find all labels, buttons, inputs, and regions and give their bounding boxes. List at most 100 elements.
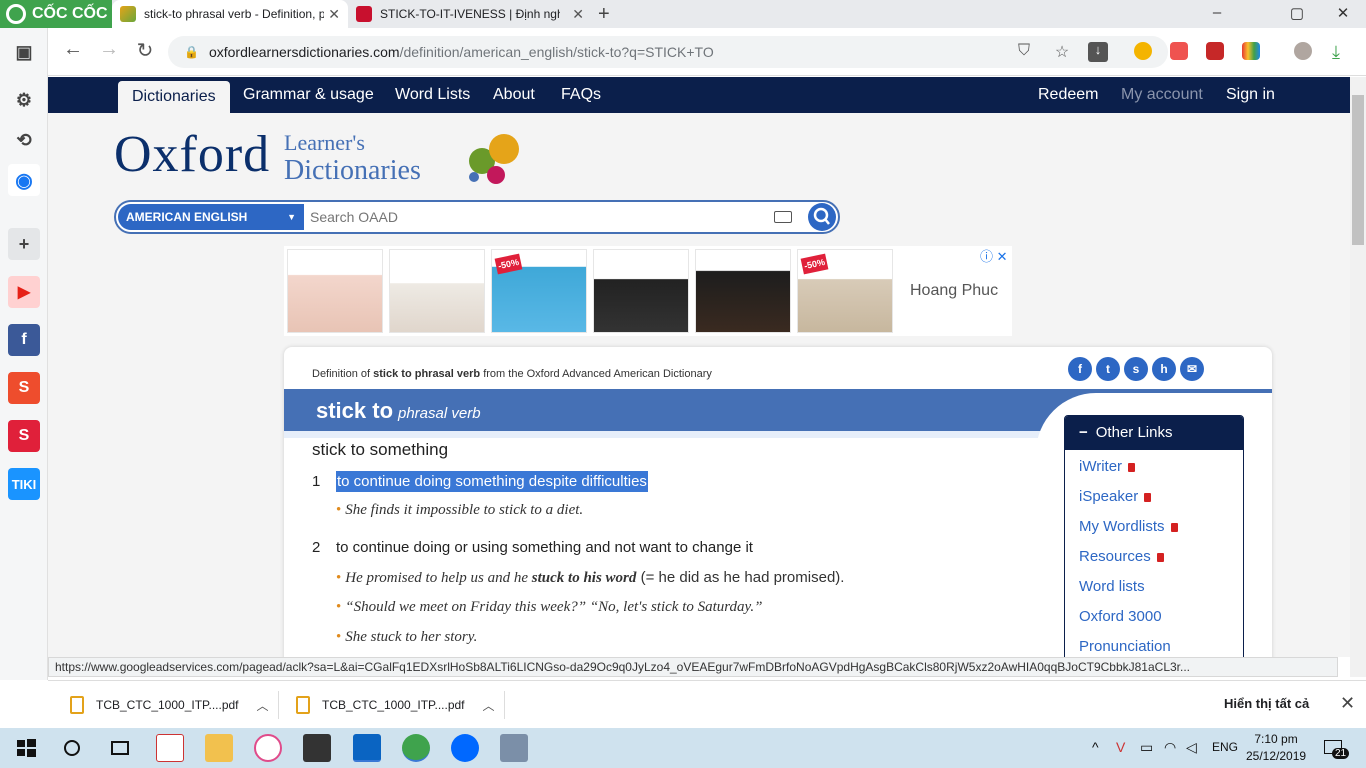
email-share-icon[interactable]: ✉ [1180,357,1204,381]
tab-close-icon[interactable]: ✕ [572,6,584,23]
stumbleupon-share-icon[interactable]: s [1124,357,1148,381]
search-icon[interactable] [58,734,86,762]
tray-vietkey-icon[interactable]: V [1116,739,1125,755]
add-sidebar-app-icon[interactable]: + [8,228,40,260]
tab-oxford[interactable]: stick-to phrasal verb - Definition, p ✕ [112,0,348,28]
download-item[interactable]: TCB_CTC_1000_ITP....pdf ︿ [70,691,269,719]
battery-icon[interactable]: ▭ [1140,739,1153,756]
page-scrollbar[interactable] [1350,77,1366,677]
advertisement-banner[interactable]: -50% -50% Hoang Phuc ⓘ ✕ [284,246,1012,336]
link-pronunciation[interactable]: Pronunciation [1079,638,1171,655]
ad-info-close-icon[interactable]: ⓘ ✕ [980,246,1008,265]
link-ispeaker[interactable]: iSpeaker [1079,488,1152,505]
task-view-icon[interactable] [106,734,134,762]
wifi-icon[interactable]: ◠ [1164,739,1176,756]
extension-adblock-icon[interactable] [1170,42,1188,60]
downloads-icon[interactable]: ⤓ [1332,42,1350,62]
coccoc-taskbar-icon[interactable] [402,734,430,762]
outlook-icon[interactable] [353,734,381,762]
show-all-downloads-link[interactable]: Hiển thị tất cả [1224,696,1309,711]
chevron-up-icon[interactable]: ︿ [483,697,495,714]
nav-faqs[interactable]: FAQs [561,77,601,113]
link-oxford-3000[interactable]: Oxford 3000 [1079,608,1162,625]
windows-start-icon[interactable] [12,734,40,762]
oxford-logo[interactable]: Oxford Learner's Dictionaries [114,125,421,185]
hi5-share-icon[interactable]: h [1152,357,1176,381]
ad-product-printed-sneaker[interactable]: -50% [797,249,893,333]
link-word-lists[interactable]: Word lists [1079,578,1145,595]
app-icon[interactable] [500,734,528,762]
extension-red-icon[interactable] [1206,42,1224,60]
nav-about[interactable]: About [493,77,535,113]
forward-arrow-icon[interactable]: → [94,38,124,61]
zalo-icon[interactable] [451,734,479,762]
bookmark-star-icon[interactable]: ☆ [1052,42,1072,62]
download-page-icon[interactable]: ↓ [1088,42,1108,62]
logo-line2: Dictionaries [284,155,421,186]
twitter-share-icon[interactable]: t [1096,357,1120,381]
sendo-icon[interactable]: S [8,420,40,452]
example-sentence: • She stuck to her story. [336,629,478,645]
settings-gear-icon[interactable]: ⚙ [8,84,40,116]
paint-app-icon[interactable] [254,734,282,762]
facebook-share-icon[interactable]: f [1068,357,1092,381]
headword: stick to [316,398,394,423]
reload-icon[interactable]: ↻ [130,38,160,63]
extension-colorful-icon[interactable] [1242,42,1260,60]
search-input[interactable] [310,206,760,228]
dictionary-entry: Definition of stick to phrasal verb from… [284,347,1272,657]
search-button[interactable] [808,203,836,231]
extension-coccoc-icon[interactable] [1134,42,1152,60]
nav-sign-in[interactable]: Sign in [1226,77,1275,113]
facebook-icon[interactable]: f [8,324,40,356]
link-resources[interactable]: Resources [1079,548,1164,565]
tab-title: stick-to phrasal verb - Definition, p [144,7,324,21]
nav-my-account[interactable]: My account [1121,77,1203,113]
close-downloads-icon[interactable]: ✕ [1340,693,1355,714]
file-explorer-icon[interactable] [205,734,233,762]
other-links-header[interactable]: − Other Links [1065,416,1243,450]
address-bar[interactable]: 🔒 oxfordlearnersdictionaries.com/definit… [168,36,1168,68]
ad-product-boot[interactable] [287,249,383,333]
ad-product-sneaker[interactable] [389,249,485,333]
ad-product-black-shoe[interactable] [593,249,689,333]
nav-redeem[interactable]: Redeem [1038,77,1098,113]
history-icon[interactable]: ⟲ [8,124,40,156]
link-iwriter[interactable]: iWriter [1079,458,1136,475]
nav-grammar-usage[interactable]: Grammar & usage [243,77,374,113]
sidebar-toggle-icon[interactable]: ▣ [8,36,40,68]
input-language[interactable]: ENG [1212,740,1238,754]
clock[interactable]: 7:10 pm 25/12/2019 [1246,731,1306,765]
sticky-app-icon[interactable] [303,734,331,762]
coccoc-menu-button[interactable]: CỐC CỐC [0,0,112,28]
messenger-icon[interactable]: ◉ [8,164,40,196]
tray-chevron-up-icon[interactable]: ^ [1092,739,1099,755]
tiki-icon[interactable]: TIKI [8,468,40,500]
youtube-icon[interactable]: ▶ [8,276,40,308]
close-window-button[interactable]: ✕ [1328,4,1358,22]
shopee-icon[interactable]: S [8,372,40,404]
chevron-up-icon[interactable]: ︿ [257,697,269,714]
scrollbar-thumb[interactable] [1352,95,1364,245]
ad-product-leather-shoe[interactable] [695,249,791,333]
shield-icon[interactable]: ⛉ [1014,42,1034,62]
nav-word-lists[interactable]: Word Lists [395,77,470,113]
nav-dictionaries[interactable]: Dictionaries [118,81,230,113]
profile-avatar[interactable] [1294,42,1312,60]
sense-definition[interactable]: to continue doing something despite diff… [336,471,648,492]
tab-cambridge[interactable]: STICK-TO-IT-IVENESS | Định nghĩa ✕ [348,0,592,28]
ad-brand[interactable]: Hoang Phuc [910,282,998,300]
keyboard-icon[interactable] [774,211,792,223]
tab-close-icon[interactable]: ✕ [328,6,340,23]
volume-icon[interactable]: ◁ [1186,739,1197,756]
ad-product-cap[interactable]: -50% [491,249,587,333]
new-tab-button[interactable]: + [598,3,610,26]
example-text: She stuck to her story. [345,629,478,645]
dictionary-select[interactable]: AMERICAN ENGLISH ▼ [118,204,304,230]
maximize-button[interactable]: ▢ [1282,4,1312,22]
minimize-button[interactable]: – [1202,4,1232,21]
back-arrow-icon[interactable]: ← [58,38,88,61]
link-my-wordlists[interactable]: My Wordlists [1079,518,1178,535]
app-icon[interactable] [156,734,184,762]
download-item[interactable]: TCB_CTC_1000_ITP....pdf ︿ [296,691,495,719]
